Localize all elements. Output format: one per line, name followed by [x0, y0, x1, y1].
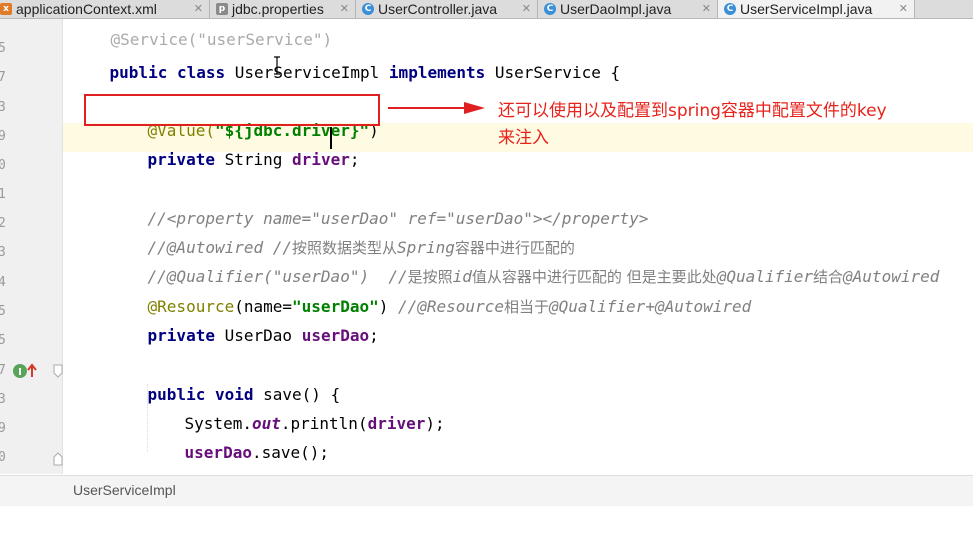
svg-text:I: I	[18, 367, 22, 378]
code-line-userdao-field: private UserDao userDao;	[109, 303, 379, 345]
tab-user-service-impl[interactable]: C UserServiceImpl.java ✕	[718, 0, 915, 18]
tab-label: UserController.java	[378, 1, 498, 17]
brace: }	[146, 472, 156, 474]
highlight-box	[84, 94, 380, 126]
type-name: String	[224, 150, 283, 169]
close-icon[interactable]: ✕	[194, 2, 203, 15]
field-name: userDao	[184, 443, 252, 462]
code-line-comment: //@Autowired //按照数据类型从Spring容器中进行匹配的	[109, 215, 575, 257]
code-line-close-brace: }	[107, 449, 156, 474]
keyword: class	[176, 63, 226, 82]
line-number: 1	[0, 187, 6, 202]
breadcrumb-bar: UserServiceImpl	[0, 475, 973, 506]
tab-user-controller[interactable]: C UserController.java ✕	[356, 0, 538, 18]
tab-application-context[interactable]: x applicationContext.xml ✕	[0, 0, 210, 18]
comment: @Autowired	[843, 267, 940, 286]
code-line-driver-field: private String driver;	[109, 127, 360, 169]
indent-guide	[147, 384, 149, 452]
line-number: 5	[0, 304, 6, 319]
close-icon[interactable]: ✕	[522, 2, 531, 15]
code-line-comment: //<property name="userDao" ref="userDao"…	[109, 186, 649, 228]
field-name: driver	[292, 150, 350, 169]
breadcrumb[interactable]: UserServiceImpl	[73, 482, 176, 498]
xml-file-icon: x	[0, 3, 12, 15]
tab-jdbc-properties[interactable]: p jdbc.properties ✕	[210, 0, 356, 18]
tab-label: UserServiceImpl.java	[740, 1, 873, 17]
line-number: 0	[0, 158, 6, 173]
comment: 结合	[813, 268, 844, 286]
field-name: userDao	[301, 326, 370, 345]
interface-name: UserService	[494, 63, 601, 82]
class-file-icon: C	[544, 3, 556, 15]
class-file-icon: C	[362, 3, 374, 15]
line-number: 3	[0, 392, 6, 407]
code-line-comment: //@Qualifier("userDao") //是按照id值从容器中进行匹配…	[109, 244, 940, 286]
tab-user-dao-impl[interactable]: C UserDaoImpl.java ✕	[538, 0, 718, 18]
annotation-note: 还可以使用以及配置到spring容器中配置文件的key 来注入	[498, 98, 968, 152]
code-line-save-call: userDao.save();	[146, 420, 330, 462]
close-icon[interactable]: ✕	[340, 2, 349, 15]
line-number: 9	[0, 129, 6, 144]
comment: 相当于	[503, 298, 549, 316]
line-number: 5	[0, 41, 6, 56]
annotation-note-line: 还可以使用以及配置到spring容器中配置文件的key	[498, 101, 887, 121]
code-line-resource-annotation: @Resource(name="userDao") //@Resource相当于…	[109, 274, 752, 316]
code-text: );	[425, 414, 445, 433]
code-text: .save();	[251, 443, 330, 462]
line-number: 7	[0, 363, 6, 378]
fold-marker-icon[interactable]	[53, 452, 63, 466]
code-line-partial: @Service("userService")	[72, 19, 333, 49]
line-number: 9	[0, 421, 6, 436]
field-name: driver	[367, 414, 426, 433]
code-line-class-decl: public class UserServiceImpl implements …	[71, 40, 621, 82]
arrow-icon	[388, 102, 485, 114]
code-editor[interactable]: @Service("userService") public class Use…	[63, 19, 973, 474]
class-name: UserServiceImpl	[234, 63, 380, 82]
class-file-icon: C	[724, 3, 736, 15]
comment: //@Resource	[398, 297, 504, 316]
keyword: implements	[388, 63, 486, 82]
line-number: 3	[0, 245, 6, 260]
keyword: private	[147, 150, 215, 169]
implements-method-icon[interactable]: I	[12, 362, 40, 380]
semicolon: ;	[349, 150, 360, 169]
tab-label: applicationContext.xml	[16, 1, 157, 17]
line-number: 7	[0, 70, 6, 85]
annotation-note-line: 来注入	[498, 128, 549, 148]
tab-label: jdbc.properties	[232, 1, 324, 17]
line-number: 5	[0, 333, 6, 348]
type-name: UserDao	[224, 326, 293, 345]
fold-marker-icon[interactable]	[53, 364, 63, 378]
brace: {	[610, 63, 621, 82]
close-icon[interactable]: ✕	[899, 2, 908, 15]
comment: @Qualifier+@Autowired	[548, 297, 752, 316]
line-number: 0	[0, 450, 6, 465]
code-line-method-decl: public void save() {	[109, 362, 341, 404]
close-icon[interactable]: ✕	[702, 2, 711, 15]
line-number: 3	[0, 100, 6, 115]
ibeam-cursor-icon	[274, 56, 280, 75]
properties-file-icon: p	[216, 3, 228, 15]
keyword: private	[147, 326, 215, 345]
keyword: public	[109, 63, 168, 82]
code-line-println: System.out.println(driver);	[146, 391, 445, 433]
text-caret	[330, 127, 332, 149]
editor-tab-bar: x applicationContext.xml ✕ p jdbc.proper…	[0, 0, 973, 19]
line-number-gutter: 5 7 3 9 0 1 2 3 4 5 5 7 3 9 0 I	[0, 19, 63, 474]
line-number: 2	[0, 216, 6, 231]
tab-label: UserDaoImpl.java	[560, 1, 672, 17]
lower-panel	[0, 506, 973, 536]
line-number: 4	[0, 275, 6, 290]
paren: )	[378, 297, 398, 316]
semicolon: ;	[369, 326, 379, 345]
